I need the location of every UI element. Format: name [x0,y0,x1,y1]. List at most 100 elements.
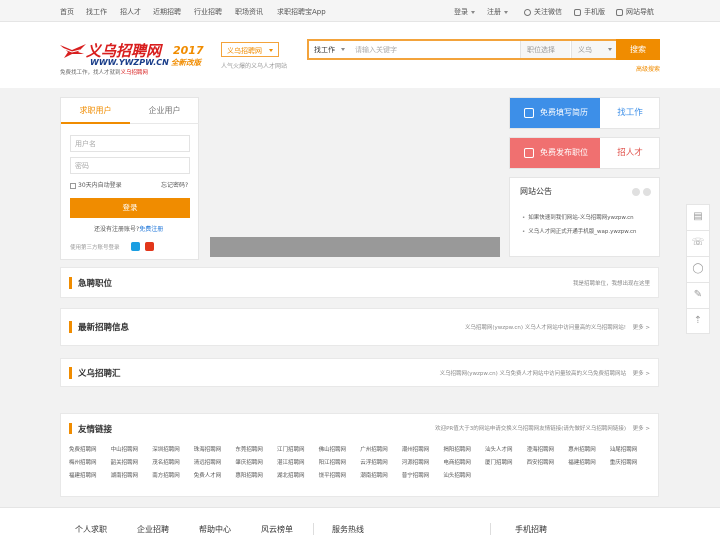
friendly-link[interactable]: 东莞招聘网 [235,445,263,453]
resume-card[interactable]: 免费填写简历 找工作 [509,97,660,129]
friendly-link[interactable]: 惠州招聘网 [568,445,596,453]
logo-url: WWW.YWZPW.CN [90,58,169,67]
friendly-link[interactable]: 惠阳招聘网 [235,471,263,479]
forgot-password-link[interactable]: 忘记密码? [161,180,188,189]
friendly-link[interactable]: 饶平招聘网 [319,471,347,479]
mobile-link[interactable]: 手机版 [574,7,605,17]
friendly-link[interactable]: 福建招聘网 [568,458,596,466]
friendly-link[interactable]: 汕尾招聘网 [610,445,638,453]
search-type-select[interactable]: 找工作 [309,41,349,58]
weibo-login-icon[interactable] [145,242,154,251]
top-nav-industry[interactable]: 行业招聘 [194,7,222,17]
notice-title: 网站公告 [520,187,552,196]
friendly-link[interactable]: 湖北招聘网 [277,471,305,479]
post-job-card[interactable]: 免费发布职位 招人才 [509,137,660,169]
notice-prev-icon[interactable] [632,188,640,196]
notice-item[interactable]: 义乌人才网正式开通手机版_wap.ywzpw.cn [522,227,636,235]
location-select[interactable]: 义乌 [571,41,616,58]
remember-me-checkbox[interactable]: 30天内自动登录 [70,180,122,189]
resume-icon[interactable]: ▤ [686,204,710,230]
footer-enterprise[interactable]: 企业招聘 [137,524,169,535]
top-nav-find-job[interactable]: 找工作 [86,7,107,17]
tab-company[interactable]: 企业用户 [130,98,199,124]
friendly-link[interactable]: 潮州招聘网 [402,445,430,453]
friendly-link[interactable]: 厦门招聘网 [485,458,513,466]
tab-job-seeker[interactable]: 求职用户 [61,98,130,124]
chevron-down-icon [269,49,273,52]
friendly-link[interactable]: 云浮招聘网 [360,458,388,466]
banner-placeholder [210,237,500,257]
friendly-link[interactable]: 梅州招聘网 [69,458,97,466]
top-nav-news[interactable]: 职场资讯 [235,7,263,17]
friendly-link[interactable]: 江门招聘网 [277,445,305,453]
friendly-link[interactable]: 南方招聘网 [152,471,180,479]
friendly-link[interactable]: 汕头人才网 [485,445,513,453]
feedback-icon[interactable]: ✎ [686,282,710,308]
phone-icon[interactable]: ☏ [686,230,710,256]
notice-next-icon[interactable] [643,188,651,196]
hire-action[interactable]: 招人才 [600,138,660,168]
friendly-link[interactable]: 免费招聘网 [69,445,97,453]
footer-ranking[interactable]: 风云榜单 [261,524,293,535]
find-job-action[interactable]: 找工作 [600,98,660,128]
footer-help[interactable]: 帮助中心 [199,524,231,535]
links-more-link[interactable]: 更多 > [633,424,650,432]
top-nav-hire[interactable]: 招人才 [120,7,141,17]
footer-personal[interactable]: 个人求职 [75,524,107,535]
post-job-card-label: 免费发布职位 [540,148,588,157]
login-button[interactable]: 登录 [70,198,190,218]
top-nav-recent[interactable]: 近期招聘 [153,7,181,17]
chevron-down-icon [608,48,612,51]
friendly-link[interactable]: 重庆招聘网 [610,458,638,466]
qq-icon[interactable]: ◯ [686,256,710,282]
top-nav-app[interactable]: 求职招聘宝App [277,7,326,17]
qq-login-icon[interactable] [131,242,140,251]
top-bar: 首页 找工作 招人才 近期招聘 行业招聘 职场资讯 求职招聘宝App 登录 注册… [0,0,720,22]
friendly-link[interactable]: 澄海招聘网 [527,445,555,453]
friendly-link[interactable]: 电商招聘网 [443,458,471,466]
top-icon[interactable]: ⇡ [686,308,710,334]
friendly-link[interactable]: 免费人才网 [194,471,222,479]
notice-item[interactable]: 如果快速到我们网站-义乌招聘网ywzpw.cn [522,213,633,221]
friendly-link[interactable]: 阳江招聘网 [319,458,347,466]
friendly-link[interactable]: 河源招聘网 [402,458,430,466]
urgent-jobs-note[interactable]: 我是招聘单位，我想出现在这里 [573,268,650,297]
friendly-link[interactable]: 揭阳招聘网 [443,445,471,453]
latest-more-link[interactable]: 更多 > [633,309,650,345]
friendly-link[interactable]: 普宁招聘网 [402,471,430,479]
friendly-link[interactable]: 佛山招聘网 [319,445,347,453]
badge-version: 全新改版 [171,58,201,67]
register-link[interactable]: 注册 [487,7,508,17]
friendly-link[interactable]: 广州招聘网 [360,445,388,453]
friendly-link[interactable]: 汕头招聘网 [443,471,471,479]
footer-mobile[interactable]: 手机招聘 [515,524,547,535]
friendly-link[interactable]: 福建招聘网 [69,471,97,479]
friendly-link[interactable]: 深圳招聘网 [152,445,180,453]
password-input[interactable] [70,157,190,174]
friendly-link[interactable]: 肇庆招聘网 [235,458,263,466]
top-nav-home[interactable]: 首页 [60,7,74,17]
friendly-link[interactable]: 茂名招聘网 [152,458,180,466]
hub-more-link[interactable]: 更多 > [633,359,650,386]
register-free-link[interactable]: 免费注册 [139,226,163,233]
slogan-prefix: 免费找工作，找人才就到 [60,70,121,76]
friendly-link[interactable]: 潮南招聘网 [360,471,388,479]
job-category-select[interactable]: 职位选择 [520,41,570,58]
footer-hotline[interactable]: 服务热线 [332,524,364,535]
friendly-link[interactable]: 湖南招聘网 [111,471,139,479]
friendly-links-title: 友情链接 [69,423,112,435]
advanced-search-link[interactable]: 高级搜索 [636,64,660,73]
site-select[interactable]: 义乌招聘网 [221,42,279,57]
friendly-link[interactable]: 清远招聘网 [194,458,222,466]
friendly-link[interactable]: 珠海招聘网 [194,445,222,453]
search-button[interactable]: 搜索 [616,39,660,60]
username-input[interactable] [70,135,190,152]
wechat-link[interactable]: 关注微信 [524,7,562,17]
friendly-link[interactable]: 韶关招聘网 [111,458,139,466]
search-input[interactable] [353,41,519,58]
friendly-link[interactable]: 西安招聘网 [527,458,555,466]
login-link[interactable]: 登录 [454,7,475,17]
site-nav-link[interactable]: 网站导航 [616,7,654,17]
friendly-link[interactable]: 中山招聘网 [111,445,139,453]
friendly-link[interactable]: 湛江招聘网 [277,458,305,466]
